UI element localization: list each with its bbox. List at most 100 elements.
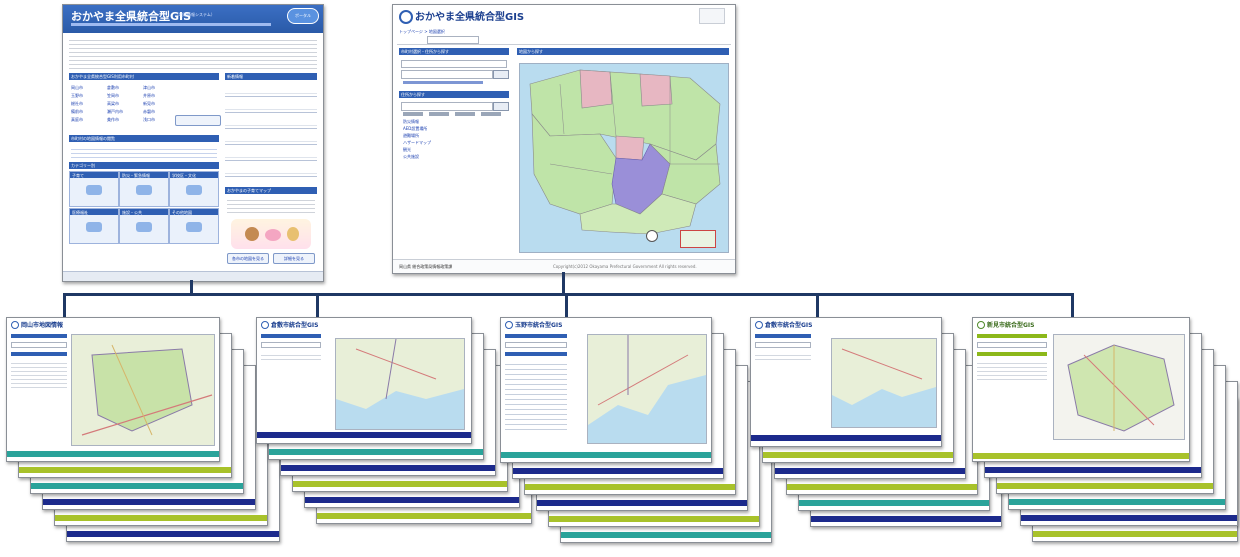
category-tile[interactable]: 子育て bbox=[69, 171, 119, 207]
category-tile[interactable]: 医療福祉 bbox=[69, 208, 119, 244]
municipality-link[interactable]: 笠岡市 bbox=[107, 93, 137, 98]
municipal-screenshot-5: 新見市統合型GIS bbox=[972, 317, 1190, 462]
municipal-screenshot-4: 倉敷市統合型GIS bbox=[750, 317, 942, 447]
municipal-title: 玉野市統合型GIS bbox=[515, 322, 563, 329]
municipality-link[interactable]: 井原市 bbox=[143, 93, 173, 98]
stacked-footer-band bbox=[525, 484, 735, 490]
gis-logo-icon bbox=[755, 321, 763, 329]
layer-link[interactable]: 公共施設 bbox=[403, 154, 419, 159]
panel-municipality-select-label: 市町村選択・住所から探す bbox=[401, 49, 449, 54]
gis-logo-icon bbox=[11, 321, 19, 329]
portal-search-button[interactable] bbox=[175, 115, 221, 126]
connector-drop-5 bbox=[1071, 293, 1074, 317]
portal-section-news-label: 新着情報 bbox=[227, 74, 243, 79]
municipality-link[interactable]: 真庭市 bbox=[71, 117, 101, 122]
okayama-map[interactable] bbox=[519, 63, 729, 253]
map-toolbar bbox=[397, 36, 731, 45]
stacked-footer-band bbox=[281, 465, 495, 471]
portal-badge-label: ポータル bbox=[295, 13, 311, 18]
municipal-map[interactable] bbox=[587, 334, 707, 444]
category-tile[interactable]: その他地図 bbox=[169, 208, 219, 244]
municipality-link[interactable]: 玉野市 bbox=[71, 93, 101, 98]
layer-link[interactable]: 避難場所 bbox=[403, 133, 419, 138]
municipal-footer-band bbox=[751, 435, 941, 441]
details-button-label: 詳細を見る bbox=[284, 256, 304, 261]
stacked-footer-band bbox=[1033, 531, 1237, 537]
portal-municipality-grid: 岡山市 倉敷市 津山市 玉野市 笠岡市 井原市 総社市 高梁市 新見市 備前市 … bbox=[71, 85, 221, 131]
municipal-left-panel bbox=[505, 334, 567, 434]
category-tile-label: 学校区・文化 bbox=[172, 173, 196, 178]
region-pink-west bbox=[579, 69, 613, 109]
gis-logo-icon bbox=[261, 321, 269, 329]
category-tile[interactable]: 施設・公共 bbox=[119, 208, 169, 244]
details-button[interactable]: 詳細を見る bbox=[273, 253, 315, 264]
address-hint[interactable] bbox=[403, 81, 483, 84]
layer-select[interactable] bbox=[427, 36, 479, 44]
municipal-footer-band bbox=[7, 451, 219, 457]
connector-top-left bbox=[190, 280, 193, 294]
gis-logo-icon bbox=[505, 321, 513, 329]
category-tile[interactable]: 防災・緊急情報 bbox=[119, 171, 169, 207]
municipality-dropdown[interactable] bbox=[401, 60, 507, 68]
map-footer-text: 岡山県 総合政策局情報政策課 bbox=[399, 264, 453, 269]
municipal-map[interactable] bbox=[831, 338, 937, 428]
municipality-link[interactable]: 美作市 bbox=[107, 117, 137, 122]
portal-subheader-line bbox=[71, 23, 271, 26]
category-tile-label: その他地図 bbox=[172, 210, 192, 215]
municipality-link[interactable]: 備前市 bbox=[71, 109, 101, 114]
view-maps-button-label: 各市の地図を見る bbox=[232, 256, 264, 261]
keyword-search-button[interactable] bbox=[493, 102, 509, 111]
category-tile[interactable]: 学校区・文化 bbox=[169, 171, 219, 207]
municipal-header: 玉野市統合型GIS bbox=[501, 318, 711, 330]
keyword-input[interactable] bbox=[401, 102, 493, 111]
dog-icon bbox=[287, 227, 299, 241]
portal-section-category-label: カテゴリー別 bbox=[71, 163, 95, 168]
municipality-link[interactable]: 高梁市 bbox=[107, 101, 137, 106]
stacked-footer-band bbox=[293, 481, 507, 487]
map-breadcrumb[interactable]: トップページ > 地図選択 bbox=[399, 29, 445, 34]
municipal-footer-band bbox=[973, 453, 1189, 459]
view-maps-button[interactable]: 各市の地図を見る bbox=[227, 253, 269, 264]
layer-links: 防災情報 AED設置場所 避難場所 ハザードマップ 観光 公共施設 bbox=[403, 119, 473, 169]
municipal-map[interactable] bbox=[1053, 334, 1185, 440]
portal-category-grid: 子育て 防災・緊急情報 学校区・文化 医療福祉 施設・公共 その他地図 bbox=[69, 171, 219, 244]
address-input[interactable] bbox=[401, 70, 493, 79]
radio-row[interactable] bbox=[403, 112, 503, 116]
category-icon bbox=[136, 222, 152, 232]
map-selection-screenshot: おかやま全県統合型GIS トップページ > 地図選択 市町村選択・住所から探す … bbox=[392, 4, 736, 274]
portal-section-maps-label: 市町村の地図情報の閲覧 bbox=[71, 136, 115, 141]
connector-horizontal bbox=[63, 293, 1074, 296]
layer-link[interactable]: 防災情報 bbox=[403, 119, 419, 124]
municipality-link[interactable]: 岡山市 bbox=[71, 85, 101, 90]
municipal-header: 新見市統合型GIS bbox=[973, 318, 1189, 330]
category-icon bbox=[186, 185, 202, 195]
stacked-footer-band bbox=[811, 516, 1001, 522]
layer-link[interactable]: ハザードマップ bbox=[403, 140, 431, 145]
stacked-footer-band bbox=[1021, 515, 1237, 521]
municipality-link[interactable]: 倉敷市 bbox=[107, 85, 137, 90]
municipal-map[interactable] bbox=[71, 334, 215, 446]
municipality-link[interactable]: 津山市 bbox=[143, 85, 173, 90]
layer-link[interactable]: 観光 bbox=[403, 147, 411, 152]
municipality-link[interactable]: 赤磐市 bbox=[143, 109, 173, 114]
connector-top-right bbox=[562, 272, 565, 294]
municipality-link[interactable]: 浅口市 bbox=[143, 117, 173, 122]
municipality-link[interactable]: 総社市 bbox=[71, 101, 101, 106]
stacked-footer-band bbox=[763, 452, 953, 458]
help-icon[interactable] bbox=[699, 8, 725, 24]
stacked-footer-band bbox=[561, 532, 771, 538]
category-icon bbox=[186, 222, 202, 232]
municipality-link[interactable]: 新見市 bbox=[143, 101, 173, 106]
address-search-button[interactable] bbox=[493, 70, 509, 79]
portal-badge[interactable]: ポータル bbox=[287, 8, 319, 24]
municipal-map[interactable] bbox=[335, 338, 465, 430]
stacked-footer-band bbox=[19, 467, 231, 473]
stacked-footer-band bbox=[269, 449, 483, 455]
municipal-screenshot-1: 岡山市地図情報 bbox=[6, 317, 220, 462]
layer-link[interactable]: AED設置場所 bbox=[403, 126, 427, 131]
municipal-footer-band bbox=[257, 432, 471, 438]
minimap-icon[interactable] bbox=[680, 230, 716, 248]
connector-drop-4 bbox=[816, 293, 819, 317]
map-header: おかやま全県統合型GIS bbox=[393, 5, 735, 27]
municipality-link[interactable]: 瀬戸内市 bbox=[107, 109, 137, 114]
